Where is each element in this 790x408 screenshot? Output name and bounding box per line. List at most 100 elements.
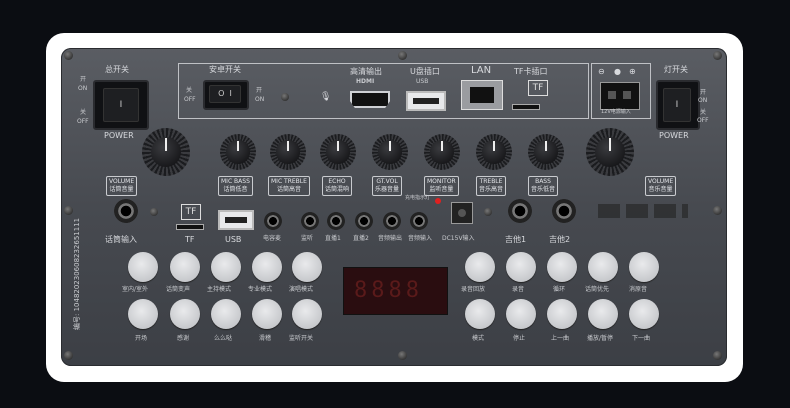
monitor-toggle-button[interactable] bbox=[292, 299, 322, 329]
plus-icon: ⊕ bbox=[629, 67, 636, 76]
io-label: 直播1 bbox=[325, 235, 341, 242]
dc-input-port[interactable] bbox=[600, 82, 640, 110]
host-mode-button[interactable] bbox=[211, 252, 241, 282]
reset-button[interactable] bbox=[281, 93, 289, 101]
knob-label-music-volume: VOLUME 音乐音量 bbox=[645, 176, 677, 196]
on-cn-label: 开 bbox=[80, 76, 87, 83]
tf-slot-label: TF卡插口 bbox=[514, 67, 548, 76]
on-cn-label: 开 bbox=[700, 89, 707, 96]
android-switch[interactable]: O I bbox=[203, 80, 249, 110]
monitor-knob[interactable] bbox=[424, 134, 460, 170]
bass-knob[interactable] bbox=[528, 134, 564, 170]
mode-button[interactable] bbox=[465, 299, 495, 329]
live2-jack[interactable] bbox=[355, 212, 373, 230]
mic-input-jack[interactable] bbox=[114, 199, 138, 223]
record-button[interactable] bbox=[506, 252, 536, 282]
condenser-mic-jack[interactable] bbox=[264, 212, 282, 230]
knob-label-mic-treble: MIC TREBLE 话筒高音 bbox=[268, 176, 310, 196]
funny-button[interactable] bbox=[252, 299, 282, 329]
screw-icon bbox=[713, 51, 722, 60]
usb-port[interactable] bbox=[218, 210, 254, 230]
button-label: 消原音 bbox=[629, 286, 648, 293]
mic-icon: 🎙 bbox=[320, 92, 332, 102]
charge-indicator-led bbox=[435, 198, 441, 204]
rocker: I bbox=[103, 88, 139, 122]
rocker: O I bbox=[209, 85, 241, 103]
treble-knob[interactable] bbox=[476, 134, 512, 170]
button-label: 话筒变声 bbox=[166, 286, 191, 293]
audio-in-jack[interactable] bbox=[410, 212, 428, 230]
lan-port[interactable] bbox=[461, 80, 503, 110]
knob-label-gt-vol: GT.VOL 乐器音量 bbox=[372, 176, 403, 196]
usb-label: USB bbox=[416, 78, 429, 85]
thanks-button[interactable] bbox=[170, 299, 200, 329]
io-label: DC15V输入 bbox=[442, 235, 475, 242]
pro-mode-button[interactable] bbox=[252, 252, 282, 282]
io-label: TF bbox=[185, 235, 195, 244]
button-label: 滑稽 bbox=[259, 335, 272, 342]
audio-out-jack[interactable] bbox=[383, 212, 401, 230]
knob-label-echo: ECHO 话筒混响 bbox=[322, 176, 353, 196]
charge-indicator-label: 充电指示灯 bbox=[405, 195, 431, 201]
opening-button[interactable] bbox=[128, 299, 158, 329]
vocal-remove-button[interactable] bbox=[629, 252, 659, 282]
knob-label-mic-bass: MIC BASS 话筒低音 bbox=[218, 176, 253, 196]
mic-priority-button[interactable] bbox=[588, 252, 618, 282]
mic-treble-knob[interactable] bbox=[270, 134, 306, 170]
indoor-outdoor-button[interactable] bbox=[128, 252, 158, 282]
power-label: POWER bbox=[104, 131, 134, 140]
off-label: OFF bbox=[77, 118, 89, 125]
dc15v-port[interactable] bbox=[451, 202, 473, 224]
stop-button[interactable] bbox=[506, 299, 536, 329]
off-label: OFF bbox=[697, 117, 709, 124]
screw-icon bbox=[713, 351, 722, 360]
guitar2-jack[interactable] bbox=[552, 199, 576, 223]
hdmi-label: 高清输出 bbox=[350, 67, 382, 76]
power-switch[interactable]: I bbox=[93, 80, 149, 130]
light-switch[interactable]: I bbox=[656, 80, 700, 130]
usb-port[interactable] bbox=[406, 91, 446, 111]
io-label: 音频输出 bbox=[378, 235, 403, 242]
android-switch-title: 安卓开关 bbox=[209, 65, 241, 74]
guitar1-jack[interactable] bbox=[508, 199, 532, 223]
io-label: 直播2 bbox=[353, 235, 369, 242]
music-volume-knob[interactable] bbox=[586, 128, 634, 176]
udisk-label: U盘插口 bbox=[410, 67, 440, 76]
voice-change-button[interactable] bbox=[170, 252, 200, 282]
mic-volume-knob[interactable] bbox=[142, 128, 190, 176]
next-track-button[interactable] bbox=[629, 299, 659, 329]
play-pause-button[interactable] bbox=[588, 299, 618, 329]
led-display: 8888 bbox=[343, 267, 448, 315]
kiss-button[interactable] bbox=[211, 299, 241, 329]
button-label: 专业模式 bbox=[248, 286, 273, 293]
screw-icon bbox=[713, 206, 722, 215]
button-label: 录音 bbox=[512, 286, 525, 293]
io-label: USB bbox=[225, 235, 242, 244]
monitor-jack[interactable] bbox=[301, 212, 319, 230]
tf-card-icon: TF bbox=[528, 80, 548, 96]
screw-icon bbox=[398, 51, 407, 60]
loop-button[interactable] bbox=[547, 252, 577, 282]
button-label: 感谢 bbox=[177, 335, 190, 342]
screw-icon bbox=[150, 208, 158, 216]
vent-grille bbox=[598, 204, 688, 218]
tf-slot[interactable] bbox=[176, 224, 204, 230]
mic-bass-knob[interactable] bbox=[220, 134, 256, 170]
previous-track-button[interactable] bbox=[547, 299, 577, 329]
button-label: 播放/暂停 bbox=[587, 335, 614, 342]
button-label: 么么哒 bbox=[214, 335, 233, 342]
io-label: 监听 bbox=[301, 235, 314, 242]
playback-recording-button[interactable] bbox=[465, 252, 495, 282]
echo-knob[interactable] bbox=[320, 134, 356, 170]
io-label: 吉他1 bbox=[505, 235, 527, 244]
dc-label: 12V电源输入 bbox=[601, 109, 631, 115]
hdmi-port[interactable] bbox=[350, 91, 390, 108]
serial-number: 编号: 104820230608232651111 bbox=[73, 217, 81, 330]
lan-label: LAN bbox=[471, 65, 492, 76]
gt-vol-knob[interactable] bbox=[372, 134, 408, 170]
off-cn-label: 关 bbox=[700, 109, 707, 116]
tf-slot[interactable] bbox=[512, 104, 540, 110]
live1-jack[interactable] bbox=[327, 212, 345, 230]
button-label: 监听开关 bbox=[289, 335, 314, 342]
sing-mode-button[interactable] bbox=[292, 252, 322, 282]
